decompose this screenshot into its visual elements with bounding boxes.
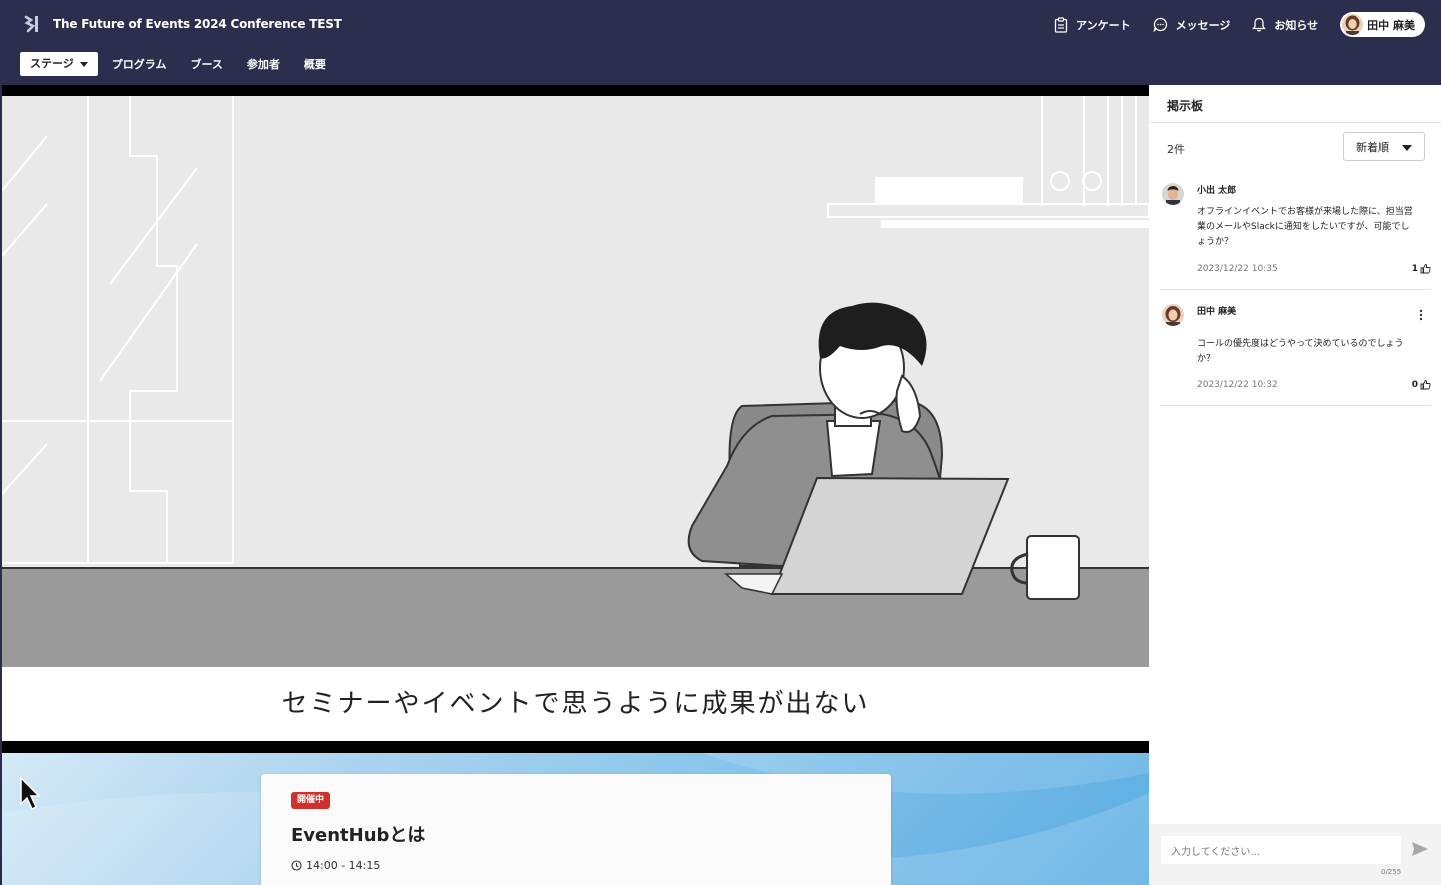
post-timestamp: 2023/12/22 10:32 xyxy=(1197,380,1278,390)
session-info-area: 開催中 EventHubとは 14:00 - 14:15 xyxy=(2,753,1149,885)
post-author: 小出 太郎 xyxy=(1197,186,1237,196)
survey-button[interactable]: アンケート xyxy=(1054,16,1131,33)
like-count: 0 xyxy=(1411,379,1418,390)
board-title: 掲示板 xyxy=(1167,99,1204,113)
message-board-panel: 掲示板 2件 新着順 小出 太郎 オフラインイベントでお客様が来場した際に、担当… xyxy=(1149,85,1441,885)
post-input[interactable] xyxy=(1161,836,1401,864)
messages-button[interactable]: メッセージ xyxy=(1153,17,1231,33)
slide-caption: セミナーやイベントで思うように成果が出ない xyxy=(281,689,870,719)
session-title: EventHubとは xyxy=(291,825,426,846)
send-button[interactable] xyxy=(1411,841,1429,861)
post-body: オフラインイベントでお客様が来場した際に、担当営業のメールやSlackに通知をし… xyxy=(1197,207,1413,247)
slide-caption-band: セミナーやイベントで思うように成果が出ない xyxy=(2,667,1149,741)
messages-label: メッセージ xyxy=(1175,18,1231,32)
mouse-cursor-icon xyxy=(20,777,40,811)
nav-item-participants[interactable]: 参加者 xyxy=(247,56,280,72)
caret-down-icon xyxy=(1402,145,1412,151)
char-counter: 0/255 xyxy=(1381,868,1402,876)
author-avatar[interactable] xyxy=(1162,183,1184,205)
caret-down-icon xyxy=(79,61,88,67)
post-count: 2件 xyxy=(1167,143,1185,156)
stage-video-player[interactable]: セミナーやイベントで思うように成果が出ない xyxy=(2,85,1149,753)
post-author: 田中 麻美 xyxy=(1197,307,1237,317)
session-card: 開催中 EventHubとは 14:00 - 14:15 xyxy=(261,774,891,885)
session-time: 14:00 - 14:15 xyxy=(291,859,380,872)
notifications-button[interactable]: お知らせ xyxy=(1252,17,1318,33)
like-button[interactable]: 1 xyxy=(1412,263,1431,274)
header-actions: アンケート メッセージ お知らせ 田中 麻美 xyxy=(1054,12,1425,37)
session-time-text: 14:00 - 14:15 xyxy=(306,859,381,872)
user-avatar xyxy=(1342,14,1364,35)
nav-item-program[interactable]: プログラム xyxy=(112,56,167,72)
board-post: 小出 太郎 オフラインイベントでお客様が来場した際に、担当営業のメールやSlac… xyxy=(1160,183,1431,290)
post-body: コールの優先度はどうやって決めているのでしょうか？ xyxy=(1197,339,1404,364)
thumbs-up-icon xyxy=(1420,264,1431,274)
notifications-label: お知らせ xyxy=(1274,18,1319,32)
more-options-icon[interactable] xyxy=(1419,306,1423,325)
nav-item-stage[interactable]: ステージ xyxy=(20,52,98,76)
thumbs-up-icon xyxy=(1420,380,1431,390)
main-nav: ステージ プログラム ブース 参加者 概要 xyxy=(20,52,350,76)
slide-illustration xyxy=(2,96,1149,668)
survey-label: アンケート xyxy=(1076,18,1131,32)
nav-item-label: ステージ xyxy=(30,57,74,70)
app-root: The Future of Events 2024 Conference TES… xyxy=(0,0,1441,885)
app-title: The Future of Events 2024 Conference TES… xyxy=(53,17,342,31)
like-button[interactable]: 0 xyxy=(1412,379,1431,390)
nav-item-booth[interactable]: ブース xyxy=(190,56,222,72)
author-avatar[interactable] xyxy=(1162,304,1184,326)
like-count: 1 xyxy=(1411,263,1418,274)
presentation-slide: セミナーやイベントで思うように成果が出ない xyxy=(2,96,1149,741)
send-icon xyxy=(1412,842,1428,856)
bell-icon xyxy=(1252,17,1267,32)
clock-icon xyxy=(291,860,302,871)
board-post: 田中 麻美 コールの優先度はどうやって決めているのでしょうか？ 2023/12/… xyxy=(1160,304,1431,406)
sort-dropdown[interactable]: 新着順 xyxy=(1343,132,1425,161)
clipboard-icon xyxy=(1054,16,1068,33)
status-badge: 開催中 xyxy=(291,792,331,809)
post-composer: 0/255 xyxy=(1149,824,1441,885)
user-name: 田中 麻美 xyxy=(1367,18,1415,32)
top-header: The Future of Events 2024 Conference TES… xyxy=(0,0,1441,85)
chat-bubble-icon xyxy=(1153,17,1167,32)
divider xyxy=(1149,122,1441,123)
post-timestamp: 2023/12/22 10:35 xyxy=(1197,264,1278,274)
app-logo-icon[interactable] xyxy=(22,14,42,34)
sort-selected: 新着順 xyxy=(1356,140,1389,154)
nav-item-overview[interactable]: 概要 xyxy=(304,56,326,72)
user-menu-button[interactable]: 田中 麻美 xyxy=(1340,12,1425,37)
